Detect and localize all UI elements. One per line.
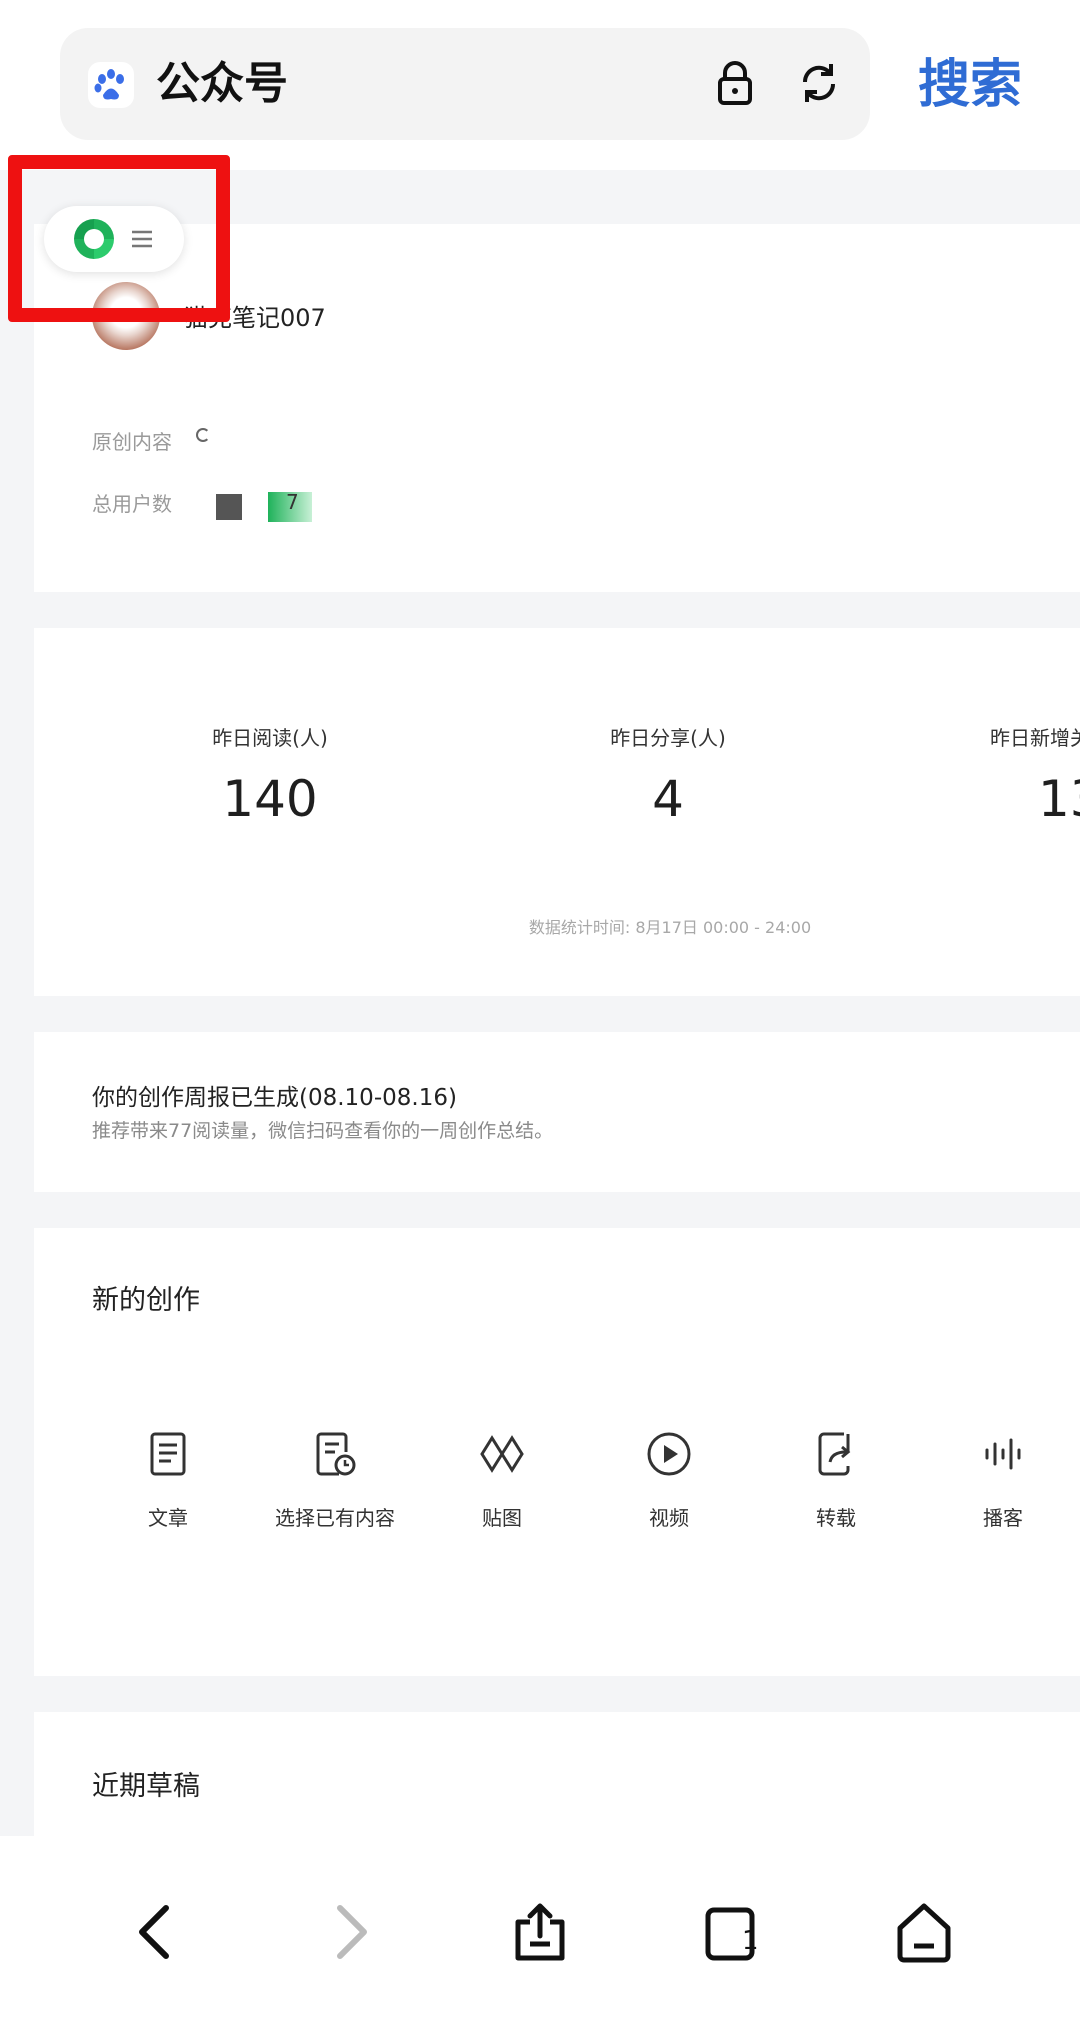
users-partial-value: 7 — [286, 490, 299, 514]
stats-time-note: 数据统计时间: 8月17日 00:00 - 24:00 — [528, 918, 812, 937]
redacted-block — [216, 494, 242, 520]
page-title: 公众号 — [156, 58, 288, 109]
stat-value-shares: 4 — [652, 770, 684, 828]
stat-value-follows: 13 — [1038, 770, 1080, 828]
weekly-report-title: 你的创作周报已生成(08.10-08.16) — [92, 1085, 457, 1111]
tabs-count: 1 — [742, 1926, 759, 1956]
home-icon[interactable] — [894, 1900, 954, 1968]
tool-article[interactable]: 文章 — [84, 1430, 252, 1531]
tool-label: 播客 — [983, 1506, 1023, 1530]
lock-icon[interactable] — [715, 60, 755, 110]
weekly-report-subtitle: 推荐带来77阅读量，微信扫码查看你的一周创作总结。 — [92, 1120, 554, 1142]
original-content-label: 原创内容 — [92, 430, 172, 454]
search-button[interactable]: 搜索 — [918, 52, 1022, 118]
tool-image-post[interactable]: 贴图 — [418, 1430, 586, 1531]
existing-content-icon — [316, 1432, 356, 1476]
recent-drafts-title: 近期草稿 — [92, 1771, 200, 1802]
total-users-label: 总用户数 — [92, 492, 172, 516]
tool-label: 视频 — [649, 1506, 689, 1530]
stat-label-reads: 昨日阅读(人) — [212, 726, 328, 750]
stat-label-follows: 昨日新增关注 — [990, 726, 1080, 750]
tool-label: 选择已有内容 — [275, 1506, 395, 1530]
video-icon — [647, 1432, 691, 1476]
loading-spinner-icon — [196, 428, 210, 442]
stat-label-shares: 昨日分享(人) — [610, 726, 726, 750]
highlight-box — [8, 155, 230, 322]
tool-label: 转载 — [816, 1506, 856, 1530]
share-icon[interactable] — [510, 1900, 570, 1968]
paw-icon — [88, 62, 134, 108]
podcast-icon — [985, 1438, 1021, 1470]
tool-video[interactable]: 视频 — [585, 1430, 753, 1531]
article-icon — [150, 1432, 186, 1476]
stat-value-reads: 140 — [222, 770, 318, 828]
image-post-icon — [480, 1435, 524, 1473]
repost-icon — [818, 1432, 851, 1476]
refresh-icon[interactable] — [797, 60, 841, 110]
back-icon[interactable] — [126, 1900, 182, 1968]
tool-podcast[interactable]: 播客 — [919, 1430, 1080, 1531]
weekly-report-card[interactable] — [34, 1032, 1080, 1192]
forward-icon[interactable] — [324, 1900, 380, 1968]
tool-label: 文章 — [148, 1506, 188, 1530]
tabs-icon[interactable]: 1 — [702, 1900, 762, 1968]
tool-repost[interactable]: 转载 — [752, 1430, 920, 1531]
tool-label: 贴图 — [482, 1506, 522, 1530]
tool-existing-content[interactable]: 选择已有内容 — [251, 1430, 419, 1531]
new-creation-title: 新的创作 — [92, 1285, 200, 1316]
